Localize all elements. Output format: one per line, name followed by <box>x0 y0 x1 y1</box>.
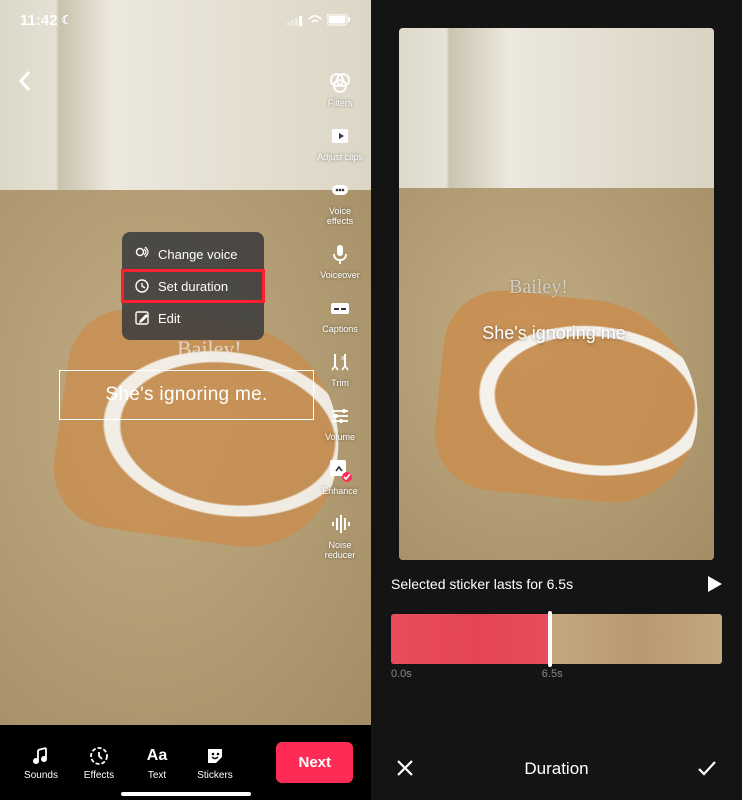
stickers-icon <box>203 744 227 768</box>
text-context-menu: Change voice Set duration Edit <box>122 232 264 340</box>
caption-label: She's ignoring me. <box>105 384 267 406</box>
status-bar: 11:42 ☾ <box>0 0 371 40</box>
tool-noise-reducer[interactable]: Noise reducer <box>317 510 363 560</box>
trim-icon: x <box>326 348 354 376</box>
duration-title-bar: Duration <box>371 738 742 800</box>
preview-bailey-text: Bailey! <box>509 276 568 299</box>
text-icon: Aa <box>145 744 169 768</box>
editor-screen: 11:42 ☾ Filters Adjust clips Voice effec… <box>0 0 371 800</box>
enhance-icon <box>326 456 354 484</box>
cellular-icon <box>287 15 303 26</box>
dnd-icon: ☾ <box>62 13 73 27</box>
bottom-text[interactable]: Aa Text <box>128 744 186 781</box>
svg-text:x: x <box>341 355 345 362</box>
tool-voiceover[interactable]: Voiceover <box>317 240 363 280</box>
tick-mid: 6.5s <box>542 668 563 680</box>
duration-info-row: Selected sticker lasts for 6.5s <box>391 576 722 592</box>
wifi-icon <box>307 14 323 26</box>
video-preview[interactable]: Bailey! She's ignoring me. <box>399 28 714 560</box>
bottom-stickers[interactable]: Stickers <box>186 744 244 781</box>
voice-icon <box>134 246 150 262</box>
timeline-ticks: 0.0s 6.5s <box>391 668 722 680</box>
tool-volume[interactable]: Volume <box>317 402 363 442</box>
effects-icon <box>87 744 111 768</box>
status-indicators <box>287 14 351 26</box>
filters-icon <box>326 68 354 96</box>
menu-change-voice[interactable]: Change voice <box>122 238 264 270</box>
tool-captions[interactable]: Captions <box>317 294 363 334</box>
preview-wall <box>399 28 714 203</box>
timeline-track[interactable] <box>391 614 722 664</box>
edit-toolbar: Filters Adjust clips Voice effects Voice… <box>317 68 363 560</box>
tool-enhance[interactable]: Enhance <box>317 456 363 496</box>
preview-caption: She's ignoring me. <box>399 323 714 344</box>
volume-icon <box>326 402 354 430</box>
duration-screen: Bailey! She's ignoring me. Selected stic… <box>371 0 742 800</box>
voice-effects-icon <box>326 176 354 204</box>
play-button[interactable] <box>708 576 722 592</box>
sounds-icon <box>29 744 53 768</box>
tool-trim[interactable]: x Trim <box>317 348 363 388</box>
clock-icon <box>134 278 150 294</box>
bottom-toolbar: Sounds Effects Aa Text Stickers Next <box>0 725 371 800</box>
home-indicator[interactable] <box>121 792 251 796</box>
back-button[interactable] <box>18 70 46 98</box>
adjust-clips-icon <box>326 122 354 150</box>
edit-icon <box>134 310 150 326</box>
duration-title: Duration <box>524 759 588 779</box>
captions-icon <box>326 294 354 322</box>
menu-set-duration[interactable]: Set duration <box>122 270 264 302</box>
cancel-button[interactable] <box>395 758 417 780</box>
battery-icon <box>327 14 351 26</box>
bottom-effects[interactable]: Effects <box>70 744 128 781</box>
caption-text-box[interactable]: She's ignoring me. <box>59 370 314 420</box>
noise-reducer-icon <box>326 510 354 538</box>
duration-info-text: Selected sticker lasts for 6.5s <box>391 576 573 592</box>
status-time: 11:42 <box>20 12 58 29</box>
tick-start: 0.0s <box>391 668 412 680</box>
next-button[interactable]: Next <box>276 742 353 783</box>
tool-filters[interactable]: Filters <box>317 68 363 108</box>
tool-adjust-clips[interactable]: Adjust clips <box>317 122 363 162</box>
bottom-sounds[interactable]: Sounds <box>12 744 70 781</box>
menu-edit[interactable]: Edit <box>122 302 264 334</box>
tool-voice-effects[interactable]: Voice effects <box>317 176 363 226</box>
confirm-button[interactable] <box>696 758 718 780</box>
timeline-selection[interactable] <box>391 614 550 664</box>
voiceover-icon <box>326 240 354 268</box>
